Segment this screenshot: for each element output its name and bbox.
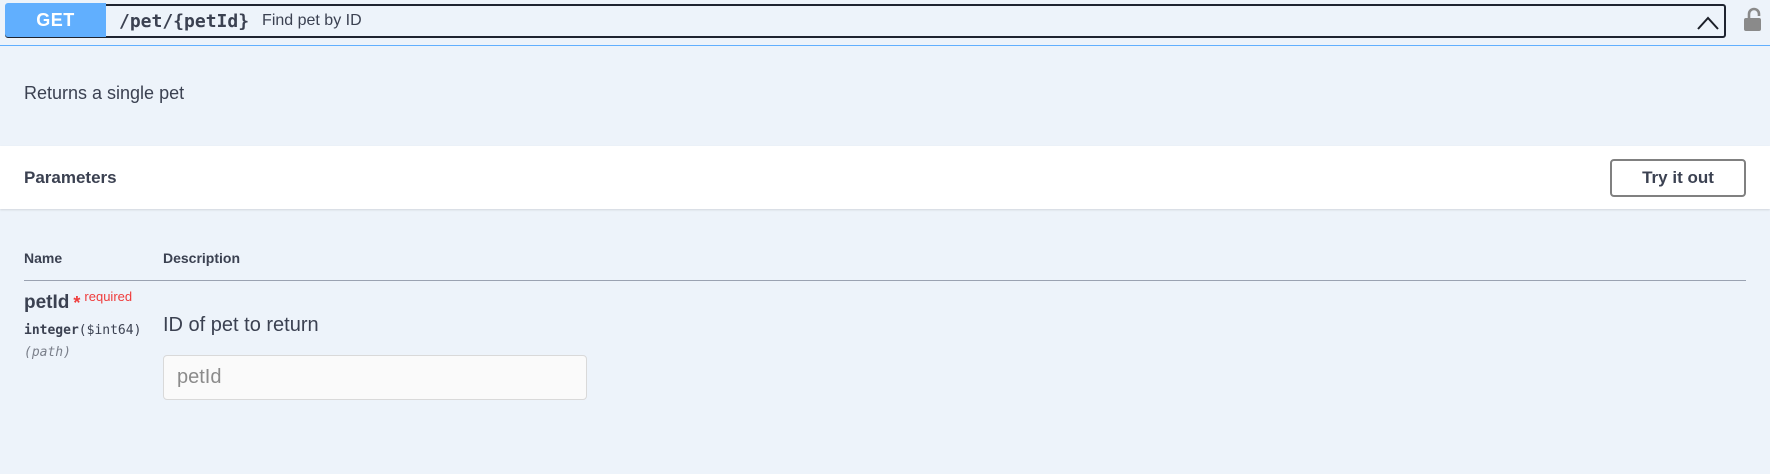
required-label: required bbox=[84, 289, 133, 304]
parameter-description-cell: ID of pet to return bbox=[163, 314, 613, 400]
parameter-name-cell: petId * required integer($int64) (path) bbox=[24, 289, 154, 360]
parameter-name: petId bbox=[24, 292, 70, 313]
operation-summary: Find pet by ID bbox=[262, 12, 362, 29]
http-method-badge: GET bbox=[5, 3, 106, 37]
authorization-lock-button[interactable] bbox=[1741, 7, 1765, 33]
parameter-format: ($int64) bbox=[78, 323, 142, 338]
operation-block: GET /pet/{petId} Find pet by ID Returns … bbox=[0, 0, 1770, 474]
parameters-table-header: Name Description bbox=[24, 250, 1746, 281]
parameter-description: ID of pet to return bbox=[163, 314, 319, 336]
operation-description: Returns a single pet bbox=[24, 83, 185, 103]
operation-summary-bar[interactable]: GET /pet/{petId} Find pet by ID bbox=[5, 3, 1726, 38]
chevron-up-icon bbox=[1697, 16, 1719, 30]
endpoint-path: /pet/{petId} bbox=[119, 10, 250, 32]
collapse-button[interactable] bbox=[1694, 10, 1722, 36]
parameter-type: integer($int64) bbox=[24, 323, 154, 338]
name-column-header: Name bbox=[24, 250, 63, 266]
summary-divider bbox=[0, 45, 1770, 46]
required-asterisk: * bbox=[73, 293, 81, 313]
unlocked-padlock-icon bbox=[1744, 7, 1761, 31]
parameter-type-name: integer bbox=[24, 323, 79, 338]
description-column-header: Description bbox=[163, 250, 241, 266]
parameter-location: (path) bbox=[24, 345, 71, 360]
parameters-title: Parameters bbox=[24, 168, 117, 187]
try-it-out-button[interactable]: Try it out bbox=[1610, 159, 1746, 197]
petid-input[interactable] bbox=[163, 355, 587, 400]
parameters-section-header: Parameters Try it out bbox=[0, 146, 1770, 209]
